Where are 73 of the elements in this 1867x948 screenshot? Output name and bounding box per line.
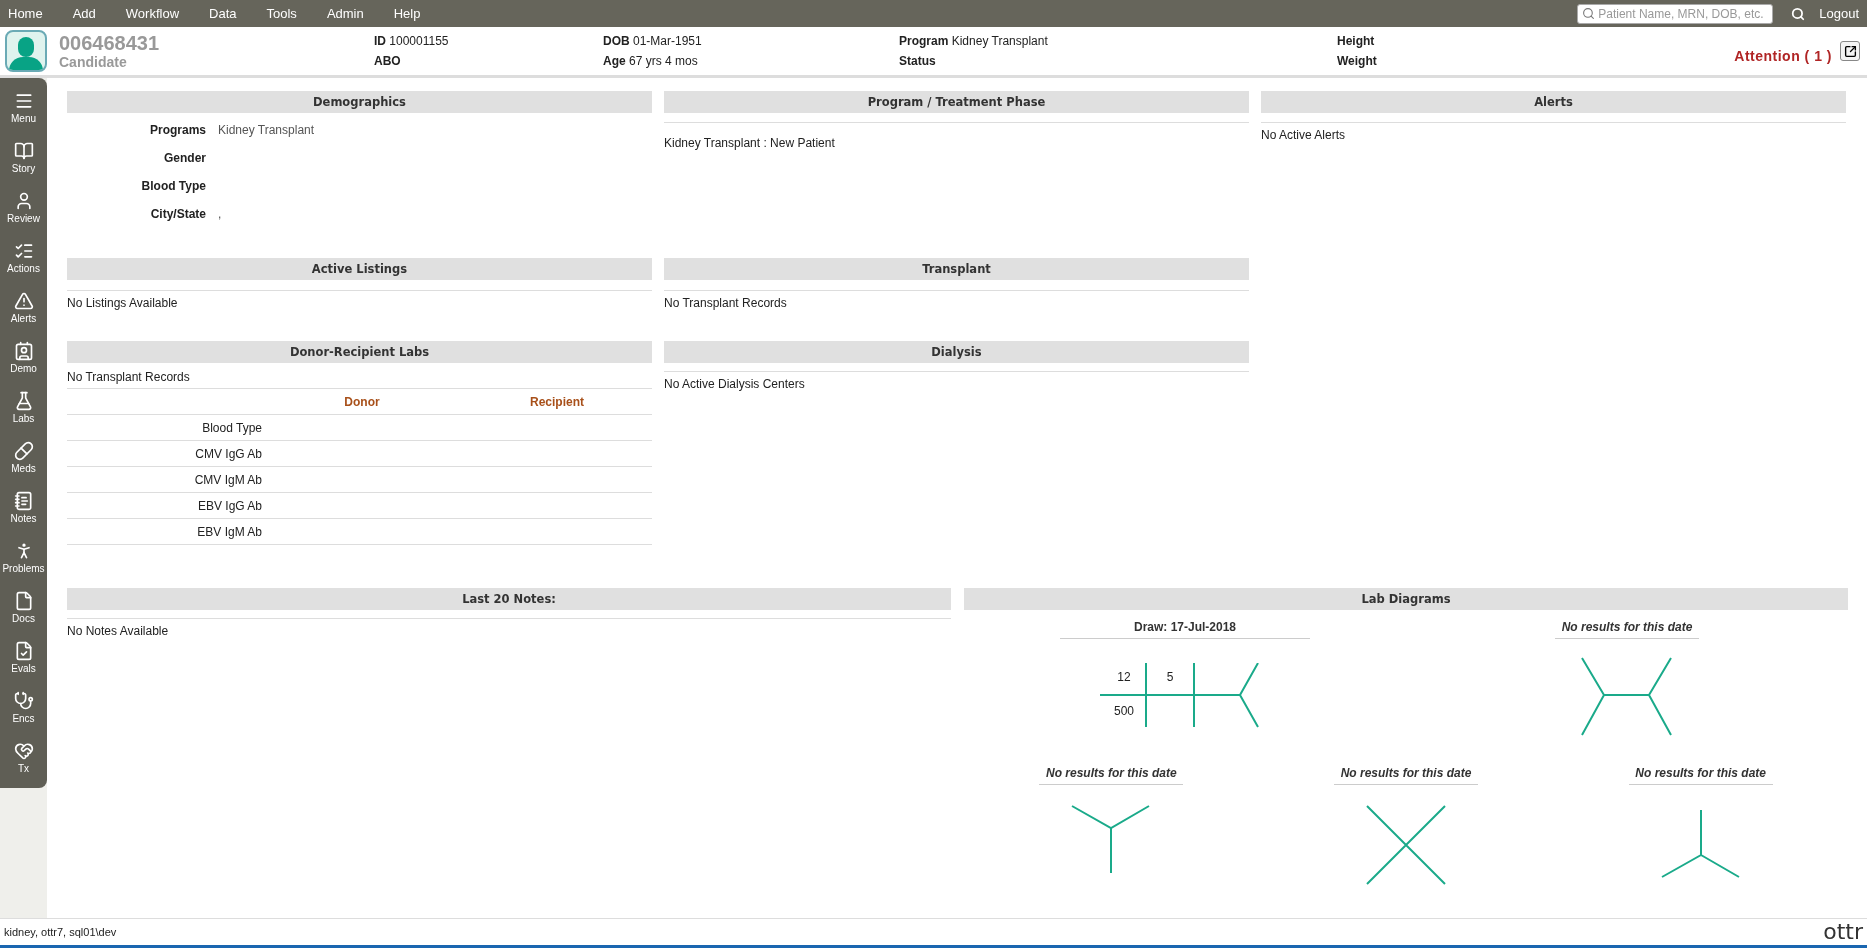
logout-link[interactable]: Logout bbox=[1819, 6, 1859, 21]
field-label: Blood Type bbox=[140, 179, 206, 193]
sidebar-item[interactable]: Problems bbox=[0, 532, 47, 582]
panel-header: Program / Treatment Phase bbox=[664, 91, 1249, 113]
patient-mrn: 006468431 bbox=[59, 32, 161, 54]
panel-header: Dialysis bbox=[664, 341, 1249, 363]
patient-search-field[interactable]: Patient Name, MRN, DOB, etc. bbox=[1577, 3, 1774, 24]
panel-message: Kidney Transplant : New Patient bbox=[664, 135, 836, 151]
diagram-title: Draw: 17-Jul-2018 bbox=[1060, 616, 1310, 639]
field-label: City/State bbox=[149, 207, 206, 221]
panel-message: No Active Alerts bbox=[1261, 127, 1347, 143]
patient-status: Candidate bbox=[59, 54, 128, 70]
row-label: EBV IgM Ab bbox=[67, 519, 262, 545]
sidebar-item[interactable]: Labs bbox=[0, 382, 47, 432]
panel-message: No Notes Available bbox=[67, 623, 170, 639]
sidebar-item[interactable]: Story bbox=[0, 132, 47, 182]
nav-link[interactable]: Home bbox=[0, 6, 65, 21]
header-field: Program Kidney Transplant bbox=[899, 31, 1337, 51]
panel-message: No Active Dialysis Centers bbox=[664, 376, 806, 392]
header-field: Weight bbox=[1337, 51, 1537, 71]
sidebar-item[interactable]: Meds bbox=[0, 432, 47, 482]
panel-message: No Transplant Records bbox=[67, 369, 191, 385]
status-text: kidney, ottr7, sql01\dev bbox=[4, 926, 117, 938]
sidebar-item[interactable]: Review bbox=[0, 182, 47, 232]
nav-link[interactable]: Workflow bbox=[117, 6, 202, 21]
sidebar-item[interactable]: Demo bbox=[0, 332, 47, 382]
attention-link[interactable]: Attention ( 1 ) bbox=[1734, 48, 1832, 64]
diagram-title: No results for this date bbox=[1628, 762, 1773, 785]
field-label: Programs bbox=[148, 123, 206, 137]
panel-message: No Transplant Records bbox=[664, 295, 788, 311]
sidebar-item[interactable]: Notes bbox=[0, 482, 47, 532]
header-field: Height bbox=[1337, 31, 1537, 51]
nav-link[interactable]: Data bbox=[201, 6, 259, 21]
diagram-title: No results for this date bbox=[1555, 616, 1699, 639]
sidebar-item[interactable]: Menu bbox=[0, 82, 47, 132]
panel-header: Active Listings bbox=[67, 258, 652, 280]
sidebar-item[interactable]: Actions bbox=[0, 232, 47, 282]
field-value: Kidney Transplant bbox=[218, 123, 315, 137]
row-label: CMV IgM Ab bbox=[67, 467, 262, 493]
nav-link[interactable]: Add bbox=[64, 6, 118, 21]
row-label: CMV IgG Ab bbox=[67, 441, 262, 467]
header-field: ABO bbox=[374, 51, 603, 71]
header-field: Status bbox=[899, 51, 1337, 71]
panel-header: Transplant bbox=[664, 258, 1249, 280]
panel-header: Donor-Recipient Labs bbox=[67, 341, 652, 363]
panel-header: Alerts bbox=[1261, 91, 1846, 113]
lab-value: 5 bbox=[1166, 670, 1174, 684]
sidebar-item[interactable]: Tx bbox=[0, 732, 47, 782]
column-header: Donor bbox=[262, 389, 462, 415]
panel-header: Lab Diagrams bbox=[964, 588, 1848, 610]
sidebar-item[interactable]: Encs bbox=[0, 682, 47, 732]
row-label: EBV IgG Ab bbox=[67, 493, 262, 519]
lab-value: 12 bbox=[1117, 670, 1131, 684]
nav-link[interactable]: Admin bbox=[318, 6, 386, 21]
header-field: Age 67 yrs 4 mos bbox=[603, 51, 899, 71]
header-field: DOB 01-Mar-1951 bbox=[603, 31, 899, 51]
header-field: ID 100001155 bbox=[374, 31, 603, 51]
row-label: Blood Type bbox=[67, 415, 262, 441]
nav-link[interactable]: Help bbox=[385, 6, 443, 21]
sidebar-item[interactable]: Alerts bbox=[0, 282, 47, 332]
panel-header: Last 20 Notes: bbox=[67, 588, 951, 610]
column-header: Recipient bbox=[462, 389, 652, 415]
panel-header: Demographics bbox=[67, 91, 652, 113]
field-value: , bbox=[218, 207, 222, 221]
nav-link[interactable]: Tools bbox=[258, 6, 319, 21]
sidebar-item[interactable]: Docs bbox=[0, 582, 47, 632]
panel-message: No Listings Available bbox=[67, 295, 179, 311]
field-label: Gender bbox=[163, 151, 206, 165]
diagram-title: No results for this date bbox=[1334, 762, 1478, 785]
diagram-title: No results for this date bbox=[1039, 762, 1184, 785]
lab-value: 500 bbox=[1114, 704, 1134, 718]
app-logo: ottr bbox=[1823, 922, 1863, 942]
sidebar-item[interactable]: Evals bbox=[0, 632, 47, 682]
